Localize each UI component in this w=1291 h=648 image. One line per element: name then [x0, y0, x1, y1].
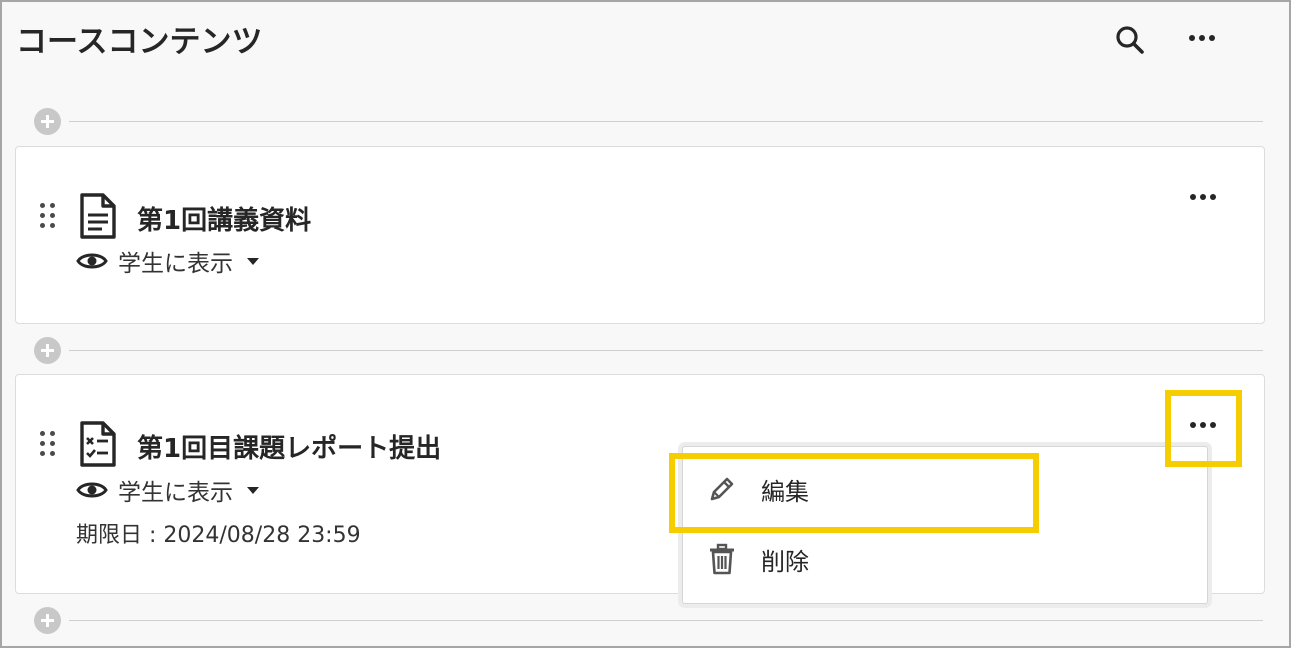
item-more-button[interactable] — [1180, 405, 1226, 445]
caret-down-icon — [247, 486, 259, 494]
more-horizontal-icon — [1190, 422, 1216, 428]
add-content-button[interactable] — [34, 108, 61, 135]
item-title-link[interactable]: 第1回目課題レポート提出 — [137, 428, 441, 465]
add-content-button[interactable] — [34, 337, 61, 364]
plus-icon — [41, 344, 54, 357]
course-content-panel: コースコンテンツ 第1回講義資料 学生に表示 第1回目課題レポート提出 学生に表… — [0, 0, 1291, 648]
visibility-dropdown[interactable]: 学生に表示 — [76, 475, 259, 506]
caret-down-icon — [247, 257, 259, 265]
divider — [69, 620, 1263, 621]
trash-icon — [707, 543, 737, 575]
search-button[interactable] — [1110, 20, 1150, 60]
visibility-label: 学生に表示 — [118, 251, 233, 277]
add-content-row — [34, 335, 1263, 365]
eye-icon — [76, 253, 108, 269]
item-title-link[interactable]: 第1回講義資料 — [137, 200, 311, 237]
menu-item-delete[interactable]: 削除 — [683, 529, 1207, 589]
plus-icon — [41, 614, 54, 627]
document-icon — [78, 192, 118, 244]
context-menu: 編集 削除 — [682, 446, 1208, 604]
menu-item-edit[interactable]: 編集 — [683, 459, 1207, 519]
item-more-button[interactable] — [1180, 177, 1226, 217]
assignment-icon — [78, 420, 118, 472]
more-horizontal-icon — [1189, 35, 1215, 41]
due-date: 期限日 : 2024/08/28 23:59 — [76, 523, 361, 548]
page-title: コースコンテンツ — [16, 24, 263, 60]
add-content-row — [34, 605, 1263, 635]
eye-icon — [76, 482, 108, 498]
search-icon — [1116, 26, 1144, 54]
menu-item-label: 編集 — [761, 477, 809, 506]
more-horizontal-icon — [1190, 194, 1216, 200]
divider — [69, 121, 1263, 122]
divider — [69, 350, 1263, 351]
visibility-dropdown[interactable]: 学生に表示 — [76, 246, 259, 277]
add-content-row — [34, 106, 1263, 136]
drag-handle-icon[interactable] — [40, 431, 56, 457]
menu-item-label: 削除 — [761, 547, 809, 576]
pencil-icon — [707, 474, 737, 504]
drag-handle-icon[interactable] — [40, 203, 56, 229]
plus-icon — [41, 115, 54, 128]
visibility-label: 学生に表示 — [118, 480, 233, 506]
content-item-card: 第1回講義資料 学生に表示 — [15, 146, 1265, 324]
add-content-button[interactable] — [34, 607, 61, 634]
header-more-button[interactable] — [1182, 18, 1222, 58]
